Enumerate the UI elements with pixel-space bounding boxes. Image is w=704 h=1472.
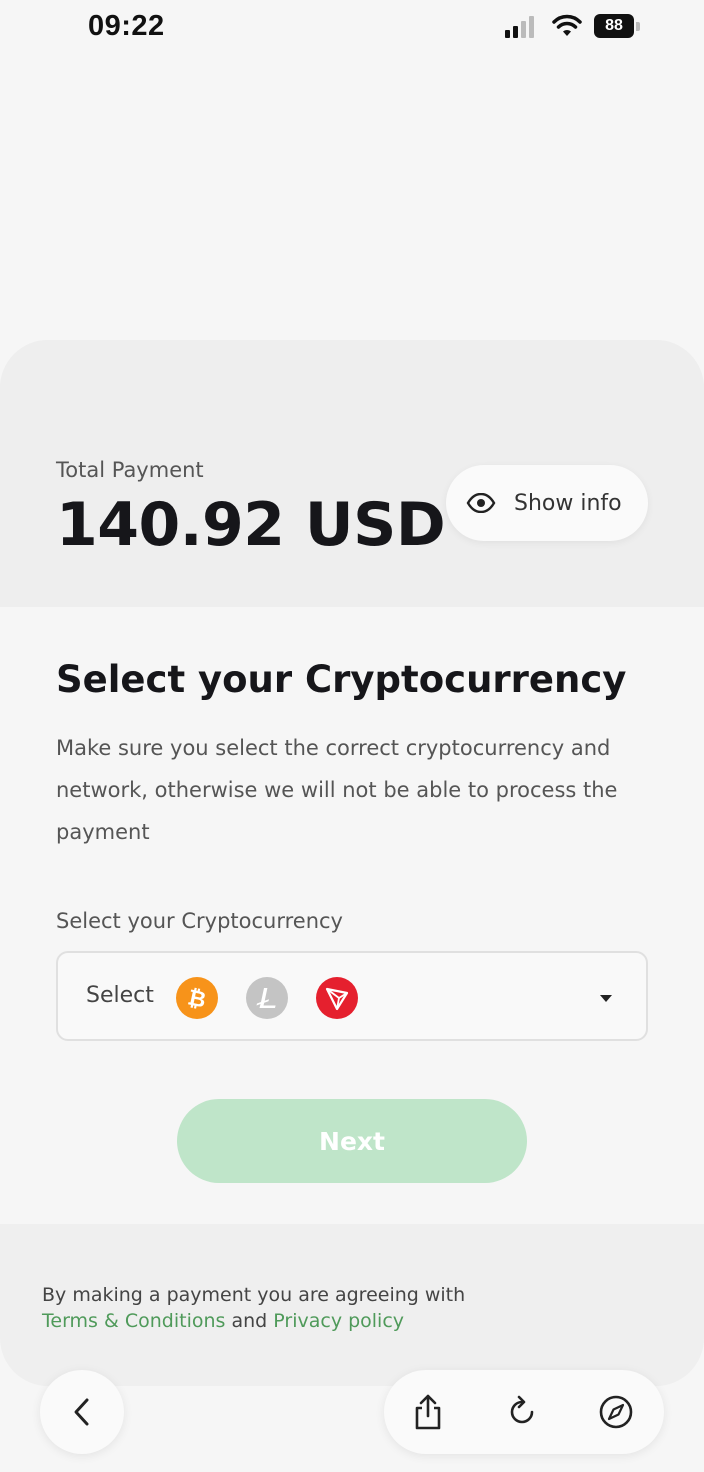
litecoin-icon	[246, 977, 288, 1019]
crypto-select-dropdown[interactable]: Select ₿	[56, 951, 648, 1041]
total-payment-label: Total Payment	[56, 458, 204, 482]
battery-indicator: 88	[594, 14, 634, 38]
tron-icon	[316, 977, 358, 1019]
show-info-button[interactable]: Show info	[446, 465, 648, 541]
agreement-text: By making a payment you are agreeing wit…	[42, 1284, 466, 1306]
chevron-down-icon	[600, 995, 612, 1002]
crypto-field-label: Select your Cryptocurrency	[56, 909, 343, 933]
total-payment-amount: 140.92 USD	[56, 490, 446, 560]
select-placeholder: Select	[86, 983, 154, 1008]
eye-icon	[466, 493, 496, 513]
back-button[interactable]	[40, 1370, 124, 1454]
show-info-label: Show info	[514, 490, 622, 516]
share-button[interactable]	[408, 1392, 448, 1432]
reload-button[interactable]	[502, 1392, 542, 1432]
browser-toolbar	[384, 1370, 664, 1454]
section-title: Select your Cryptocurrency	[56, 658, 627, 701]
wifi-icon	[552, 14, 582, 36]
compass-button[interactable]	[596, 1392, 636, 1432]
section-description: Make sure you select the correct cryptoc…	[56, 736, 618, 844]
status-time: 09:22	[88, 10, 165, 42]
svg-text:₿: ₿	[185, 985, 208, 1013]
back-icon	[74, 1398, 89, 1426]
agreement-notice: By making a payment you are agreeing wit…	[42, 1282, 662, 1334]
reload-icon	[510, 1395, 534, 1424]
signal-icon	[505, 16, 534, 38]
bitcoin-icon: ₿	[176, 977, 218, 1019]
terms-link[interactable]: Terms & Conditions	[42, 1310, 225, 1332]
payment-summary: Total Payment 140.92 USD Show info	[0, 340, 704, 607]
battery-cap	[636, 22, 640, 31]
crypto-selection-section: Select your Cryptocurrency Make sure you…	[0, 607, 704, 1224]
privacy-link[interactable]: Privacy policy	[273, 1310, 404, 1332]
payment-card: Total Payment 140.92 USD Show info Selec…	[0, 340, 704, 1386]
status-bar: 09:22 88	[0, 0, 704, 60]
compass-icon	[599, 1395, 633, 1429]
and-text: and	[231, 1310, 268, 1332]
share-icon	[415, 1394, 441, 1430]
next-button[interactable]: Next	[177, 1099, 527, 1183]
